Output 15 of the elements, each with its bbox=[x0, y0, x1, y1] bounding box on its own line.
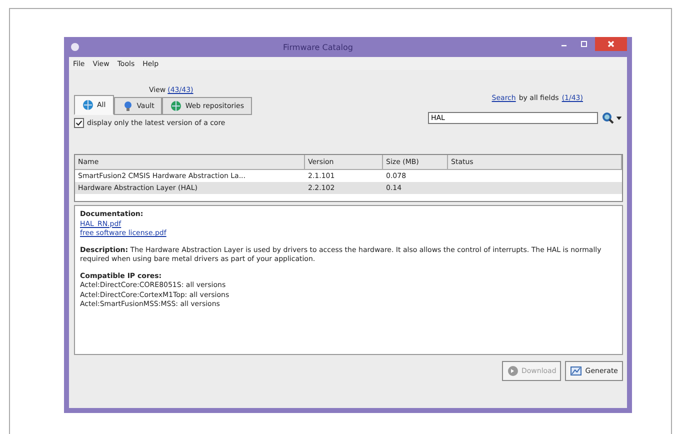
bulb-icon bbox=[122, 100, 134, 112]
search-button[interactable] bbox=[602, 112, 623, 124]
close-button[interactable] bbox=[595, 37, 627, 51]
search-icon bbox=[602, 112, 614, 124]
app-icon bbox=[69, 41, 81, 53]
caret-icon bbox=[615, 114, 623, 122]
globe-icon bbox=[82, 99, 94, 111]
checkbox[interactable] bbox=[74, 118, 84, 128]
arrow-circle-icon bbox=[506, 365, 518, 377]
globe-icon bbox=[170, 100, 182, 112]
check-icon bbox=[75, 119, 83, 127]
maximize-icon[interactable] bbox=[579, 39, 589, 49]
window-title: Firmware Catalog bbox=[282, 42, 354, 52]
close-icon bbox=[606, 39, 616, 49]
chart-icon bbox=[570, 365, 582, 377]
